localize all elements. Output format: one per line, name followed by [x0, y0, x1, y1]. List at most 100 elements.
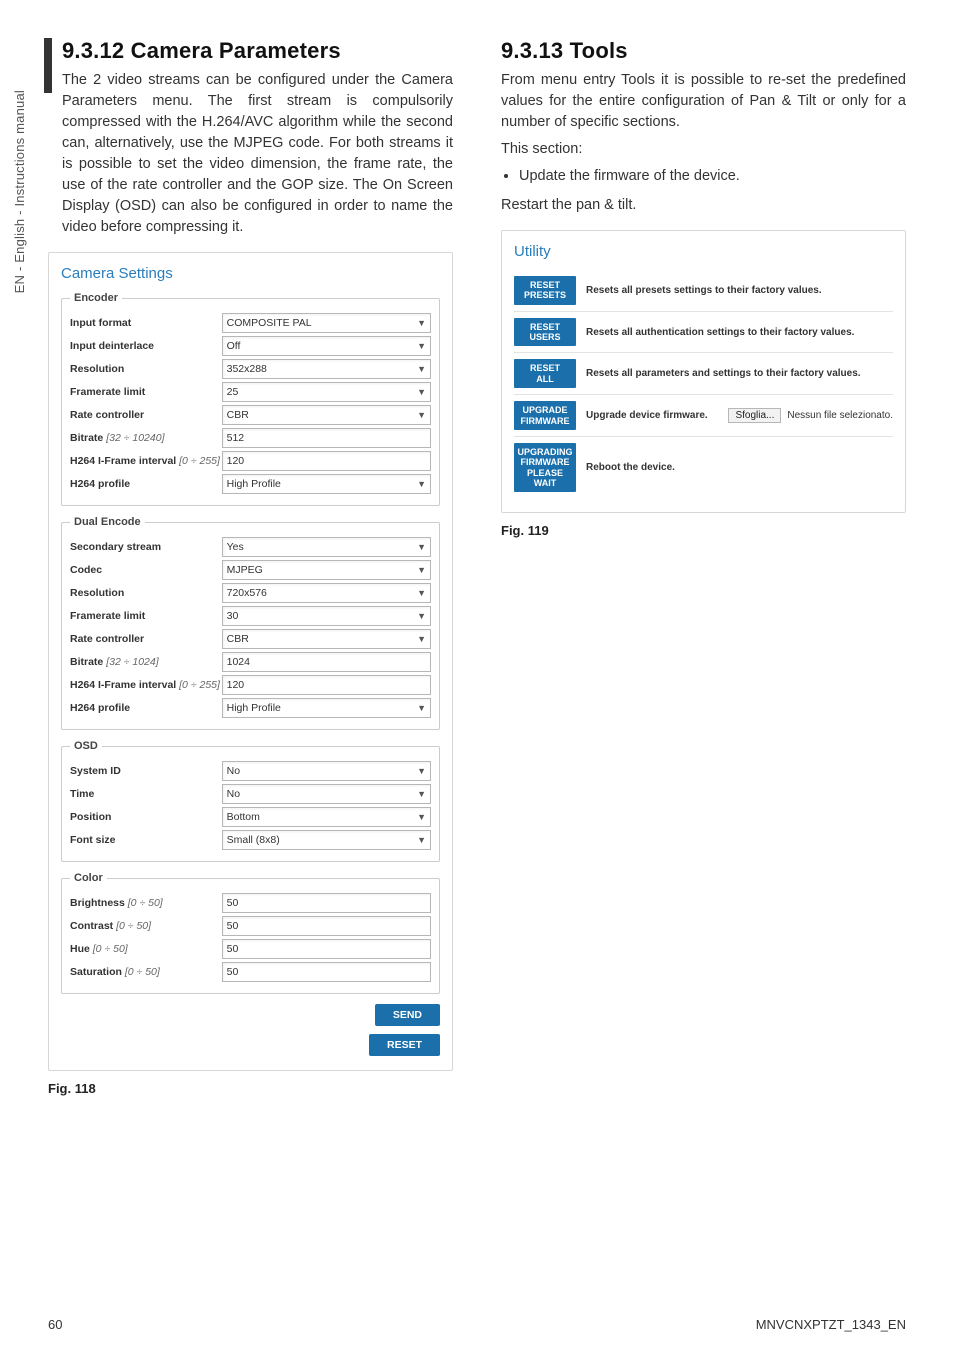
setting-input[interactable]: 1024▼ — [222, 652, 431, 672]
color-legend: Color — [70, 872, 107, 884]
setting-label: System ID — [70, 765, 222, 777]
utility-desc: Upgrade device firmware. — [586, 410, 716, 421]
setting-value: Small (8x8) — [227, 834, 280, 846]
setting-row: Resolution 352x288▼ — [70, 359, 431, 379]
setting-input[interactable]: 512▼ — [222, 428, 431, 448]
setting-select[interactable]: 352x288▼ — [222, 359, 431, 379]
setting-select[interactable]: 30 ▼ — [222, 606, 431, 626]
section-paragraph: The 2 video streams can be configured un… — [62, 70, 453, 238]
setting-value: 30 — [227, 610, 239, 622]
utility-row: UPGRADINGFIRMWAREPLEASEWAITReboot the de… — [514, 436, 893, 498]
setting-select[interactable]: COMPOSITE PAL▼ — [222, 313, 431, 333]
accent-bar — [44, 38, 52, 93]
utility-desc: Resets all authentication settings to th… — [586, 327, 893, 338]
setting-select[interactable]: 720x576▼ — [222, 583, 431, 603]
send-button[interactable]: SEND — [375, 1004, 440, 1026]
panel-title: Utility — [514, 243, 893, 260]
setting-input[interactable]: 50▼ — [222, 939, 431, 959]
encoder-legend: Encoder — [70, 292, 122, 304]
setting-label: Saturation [0 ÷ 50] — [70, 966, 222, 978]
utility-button[interactable]: UPGRADINGFIRMWAREPLEASEWAIT — [514, 443, 576, 492]
setting-label: Brightness [0 ÷ 50] — [70, 897, 222, 909]
figure-caption: Fig. 118 — [48, 1081, 453, 1096]
setting-value: 50 — [227, 943, 239, 955]
setting-hint: [0 ÷ 50] — [116, 920, 151, 932]
setting-select[interactable]: Yes▼ — [222, 537, 431, 557]
setting-label: H264 profile — [70, 702, 222, 714]
setting-row: Contrast [0 ÷ 50]50▼ — [70, 916, 431, 936]
dual-encode-fieldset: Dual Encode Secondary stream Yes▼Codec M… — [61, 516, 440, 730]
setting-label: H264 I-Frame interval [0 ÷ 255] — [70, 455, 222, 467]
setting-row: Saturation [0 ÷ 50]50▼ — [70, 962, 431, 982]
setting-label: Resolution — [70, 363, 222, 375]
setting-row: Bitrate [32 ÷ 1024]1024▼ — [70, 652, 431, 672]
chevron-down-icon: ▼ — [417, 789, 426, 799]
browse-button[interactable]: Sfoglia... — [728, 408, 781, 423]
setting-input[interactable]: 50▼ — [222, 962, 431, 982]
list-item: Update the firmware of the device. — [519, 166, 906, 187]
chevron-down-icon: ▼ — [417, 611, 426, 621]
chevron-down-icon: ▼ — [417, 812, 426, 822]
setting-input[interactable]: 50▼ — [222, 916, 431, 936]
chevron-down-icon: ▼ — [417, 364, 426, 374]
osd-legend: OSD — [70, 740, 102, 752]
setting-select[interactable]: Off▼ — [222, 336, 431, 356]
setting-value: COMPOSITE PAL — [227, 317, 312, 329]
setting-row: Framerate limit 30▼ — [70, 606, 431, 626]
setting-row: Secondary stream Yes▼ — [70, 537, 431, 557]
setting-row: Time No▼ — [70, 784, 431, 804]
setting-row: Font size Small (8x8)▼ — [70, 830, 431, 850]
utility-row: RESETPRESETS Resets all presets settings … — [514, 270, 893, 311]
setting-select[interactable]: High Profile▼ — [222, 474, 431, 494]
browse-text: Nessun file selezionato. — [787, 410, 893, 421]
setting-select[interactable]: No▼ — [222, 784, 431, 804]
doc-id: MNVCNXPTZT_1343_EN — [756, 1317, 906, 1332]
setting-select[interactable]: No▼ — [222, 761, 431, 781]
setting-value: High Profile — [227, 702, 281, 714]
setting-row: Brightness [0 ÷ 50]50▼ — [70, 893, 431, 913]
setting-label: Rate controller — [70, 409, 222, 421]
utility-row: RESETUSERS Resets all authentication sett… — [514, 311, 893, 353]
setting-value: Bottom — [227, 811, 260, 823]
setting-select[interactable]: High Profile ▼ — [222, 698, 431, 718]
setting-value: CBR — [227, 633, 249, 645]
setting-select[interactable]: MJPEG▼ — [222, 560, 431, 580]
setting-input[interactable]: 120▼ — [222, 675, 431, 695]
section-paragraph: This section: — [501, 139, 906, 160]
utility-button[interactable]: RESETALL — [514, 359, 576, 388]
setting-value: MJPEG — [227, 564, 263, 576]
setting-select[interactable]: CBR ▼ — [222, 629, 431, 649]
setting-row: Resolution 720x576▼ — [70, 583, 431, 603]
dual-encode-legend: Dual Encode — [70, 516, 145, 528]
utility-button[interactable]: RESETPRESETS — [514, 276, 576, 305]
chevron-down-icon: ▼ — [417, 703, 426, 713]
setting-label: Position — [70, 811, 222, 823]
utility-row: RESETALLResets all parameters and settin… — [514, 352, 893, 394]
setting-hint: [0 ÷ 50] — [125, 966, 160, 978]
setting-label: Input format — [70, 317, 222, 329]
setting-value: 50 — [227, 966, 239, 978]
setting-label: Rate controller — [70, 633, 222, 645]
setting-input[interactable]: 50▼ — [222, 893, 431, 913]
utility-button[interactable]: UPGRADEFIRMWARE — [514, 401, 576, 430]
setting-row: H264 profile High Profile ▼ — [70, 698, 431, 718]
setting-select[interactable]: Small (8x8) ▼ — [222, 830, 431, 850]
chevron-down-icon: ▼ — [417, 387, 426, 397]
chevron-down-icon: ▼ — [417, 634, 426, 644]
utility-button[interactable]: RESETUSERS — [514, 318, 576, 347]
setting-hint: [32 ÷ 10240] — [106, 432, 164, 444]
osd-fieldset: OSD System ID No▼Time No▼Position Bottom… — [61, 740, 440, 862]
setting-select[interactable]: 25▼ — [222, 382, 431, 402]
utility-desc: Resets all presets settings to their fac… — [586, 285, 893, 296]
setting-hint: [0 ÷ 255] — [179, 679, 220, 691]
setting-value: 720x576 — [227, 587, 267, 599]
setting-hint: [0 ÷ 255] — [179, 455, 220, 467]
chevron-down-icon: ▼ — [417, 835, 426, 845]
setting-select[interactable]: Bottom ▼ — [222, 807, 431, 827]
reset-button[interactable]: RESET — [369, 1034, 440, 1056]
setting-value: No — [227, 765, 240, 777]
setting-input[interactable]: 120▼ — [222, 451, 431, 471]
utility-panel: Utility RESETPRESETS Resets all presets s… — [501, 230, 906, 513]
setting-row: Input format COMPOSITE PAL▼ — [70, 313, 431, 333]
setting-select[interactable]: CBR▼ — [222, 405, 431, 425]
